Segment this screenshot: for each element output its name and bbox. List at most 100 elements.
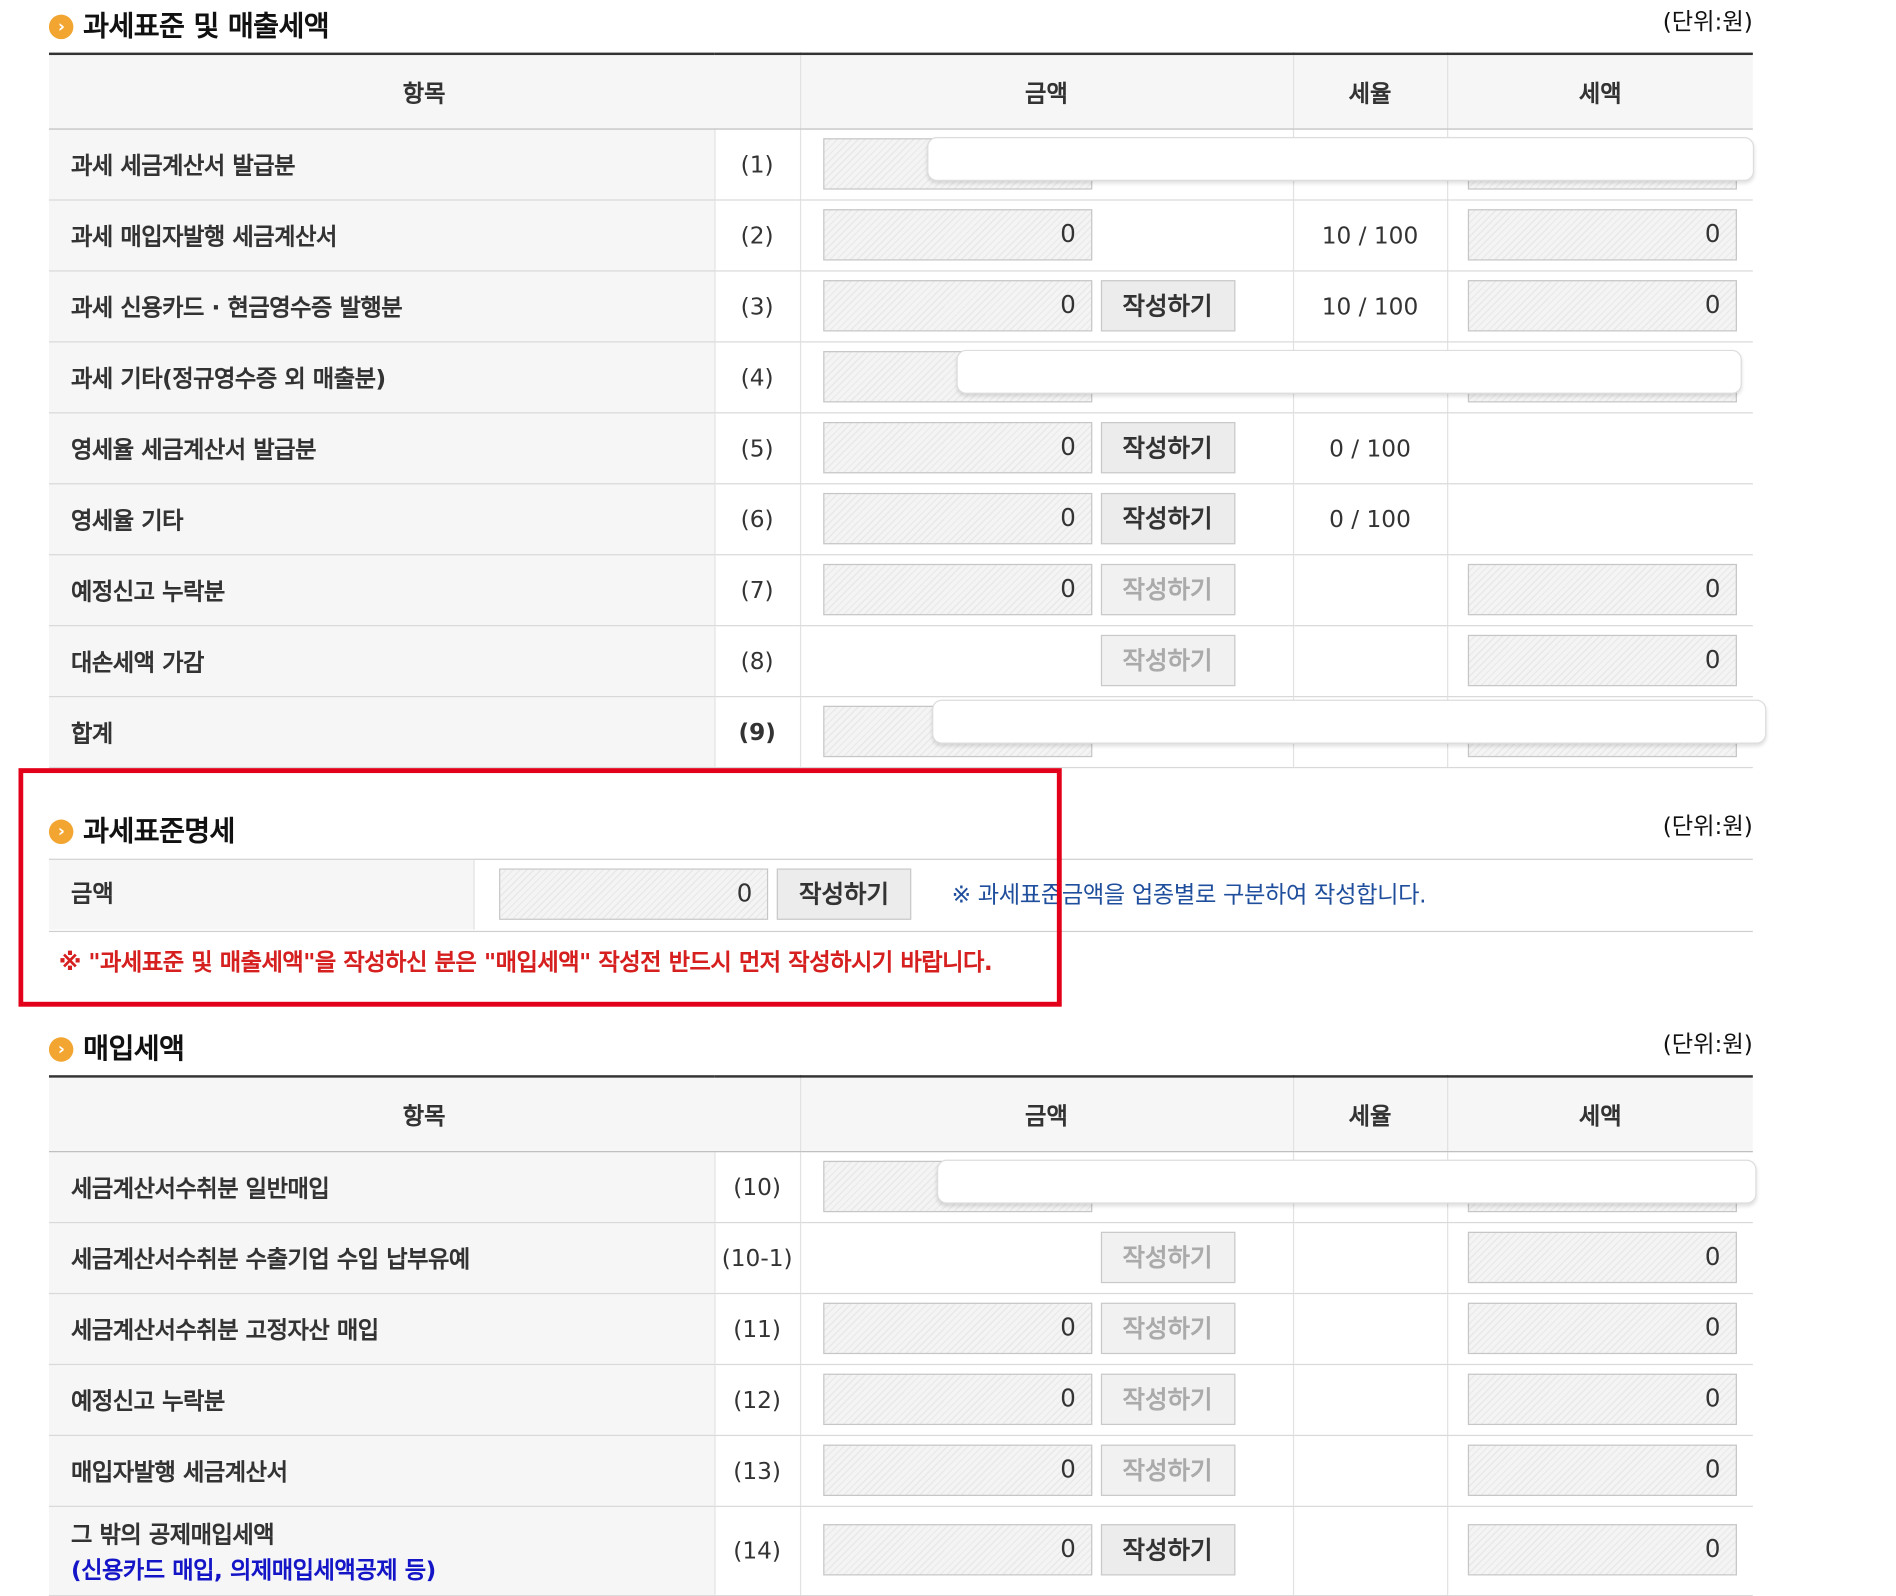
write-button[interactable]: 작성하기 [1100,1231,1235,1284]
table-row: 예정신고 누락분 (12) 0 작성하기 0 [48,1364,1753,1437]
row-sublabel: (신용카드 매입, 의제매입세액공제 등) [70,1557,436,1585]
tax-cell: 0 [1447,625,1753,698]
row-number: (13) [713,1435,801,1507]
tax-field[interactable]: 0 [1467,1373,1737,1426]
amount-field[interactable]: 0 [822,492,1092,545]
write-button[interactable]: 작성하기 [1100,492,1235,545]
row-number: (5) [713,412,801,485]
header-amount: 금액 [799,53,1294,130]
amount-cell: 작성하기 [799,625,1293,698]
tax-field[interactable]: 0 [1467,1444,1737,1496]
table-row: 세금계산서수취분 고정자산 매입 (11) 0 작성하기 0 [48,1293,1753,1366]
tax-field[interactable]: 0 [1467,1524,1737,1576]
table-row: 과세 매입자발행 세금계산서 (2) 0 10 / 100 0 [48,199,1753,272]
tax-field[interactable]: 0 [1467,209,1737,261]
tax-field[interactable]: 0 [1467,634,1737,687]
row-number: (2) [713,199,801,272]
row-label: 과세 기타(정규영수증 외 매출분) [48,341,715,414]
row-label: 과세 신용카드 · 현금영수증 발행분 [48,270,715,343]
header-item: 항목 [48,1076,801,1153]
write-button[interactable]: 작성하기 [1100,280,1235,332]
section-sales-header: › 과세표준 및 매출세액 (단위:원) [48,0,1753,43]
section-title: › 과세표준명세 [48,807,235,849]
info-note: ※ 과세표준금액을 업종별로 구분하여 작성합니다. [951,881,1427,909]
amount-field[interactable]: 0 [822,1444,1092,1496]
table-row: 매입자발행 세금계산서 (13) 0 작성하기 0 [48,1435,1753,1507]
rate-value: 10 / 100 [1292,270,1448,343]
tax-cell: 0 [1447,1435,1753,1507]
tax-field[interactable]: 0 [1467,563,1737,616]
rate-cell [1292,1293,1448,1366]
amount-cell: 작성하기 [799,1222,1293,1295]
amount-cell: 0 작성하기 [799,412,1293,485]
amount-cell: 0 작성하기 [799,1293,1293,1366]
row-number: (6) [713,483,801,556]
write-button[interactable]: 작성하기 [1100,1444,1235,1496]
amount-cell: 0 작성하기 [799,1506,1293,1596]
rate-cell [1292,1435,1448,1507]
tax-cell: 0 [1447,1364,1753,1437]
warning-text: ※ "과세표준 및 매출세액"을 작성하신 분은 "매입세액" 작성전 반드시 … [58,949,993,977]
amount-field[interactable]: 0 [822,1302,1092,1355]
tax-cell: 0 [1447,270,1753,343]
row-label: 세금계산서수취분 고정자산 매입 [48,1293,715,1366]
section-title: › 매입세액 [48,1025,185,1067]
write-button[interactable]: 작성하기 [1100,563,1235,616]
row-number: (14) [713,1506,801,1596]
tax-cell [1447,483,1753,556]
row-number: (3) [713,270,801,343]
write-button[interactable]: 작성하기 [1100,1302,1235,1355]
row-number: (11) [713,1293,801,1366]
amount-field[interactable]: 0 [822,280,1092,332]
chevron-right-icon: › [48,1037,74,1062]
write-button[interactable]: 작성하기 [1100,422,1235,474]
redaction-overlay [932,699,1767,744]
row-label: 매입자발행 세금계산서 [48,1435,715,1507]
row-number: (12) [713,1364,801,1437]
write-button[interactable]: 작성하기 [776,868,912,920]
tax-field[interactable]: 0 [1467,280,1737,332]
row-label: 예정신고 누락분 [48,554,715,627]
amount-cell: 0 작성하기 [799,483,1293,556]
row-label: 예정신고 누락분 [48,1364,715,1437]
amount-field[interactable]: 0 [822,1524,1092,1576]
write-button[interactable]: 작성하기 [1100,1373,1235,1426]
section-title-text: 매입세액 [83,1033,185,1066]
header-rate: 세율 [1292,53,1448,130]
amount-field[interactable]: 0 [822,422,1092,474]
rate-cell [1292,1222,1448,1295]
row-label-text: 그 밖의 공제매입세액 [70,1521,275,1549]
unit-label: (단위:원) [1662,813,1753,841]
rate-cell [1292,1506,1448,1596]
section-purchase-header: › 매입세액 (단위:원) [48,1023,1753,1065]
amount-field[interactable]: 0 [822,1373,1092,1426]
row-number: (10-1) [713,1222,801,1295]
row-label: 금액 [48,859,475,930]
row-label: 영세율 기타 [48,483,715,556]
amount-cell: 0 작성하기 [799,554,1293,627]
row-label: 대손세액 가감 [48,625,715,698]
write-button[interactable]: 작성하기 [1100,634,1235,687]
section-title-text: 과세표준 및 매출세액 [83,11,330,43]
redaction-overlay [936,1159,1757,1204]
section-title: › 과세표준 및 매출세액 [48,2,330,44]
tax-cell: 0 [1447,1506,1753,1596]
write-button[interactable]: 작성하기 [1100,1524,1235,1576]
amount-field[interactable]: 0 [499,868,769,920]
section-tax-base-header: › 과세표준명세 (단위:원) [48,805,1753,848]
amount-field[interactable]: 0 [822,209,1092,261]
unit-label: (단위:원) [1662,1031,1753,1059]
redaction-overlay [956,349,1742,394]
amount-field[interactable]: 0 [822,563,1092,616]
tax-base-row: 금액 0 작성하기 ※ 과세표준금액을 업종별로 구분하여 작성합니다. [48,858,1753,933]
header-item: 항목 [48,53,801,130]
tax-field[interactable]: 0 [1467,1302,1737,1355]
rate-value: 0 / 100 [1292,412,1448,485]
table-row: 과세 신용카드 · 현금영수증 발행분 (3) 0 작성하기 10 / 100 0 [48,270,1753,343]
row-number: (1) [713,129,801,201]
rate-cell [1292,554,1448,627]
rate-value: 0 / 100 [1292,483,1448,556]
header-tax: 세액 [1447,1076,1753,1153]
row-label: 합계 [48,696,715,769]
tax-field[interactable]: 0 [1467,1231,1737,1284]
